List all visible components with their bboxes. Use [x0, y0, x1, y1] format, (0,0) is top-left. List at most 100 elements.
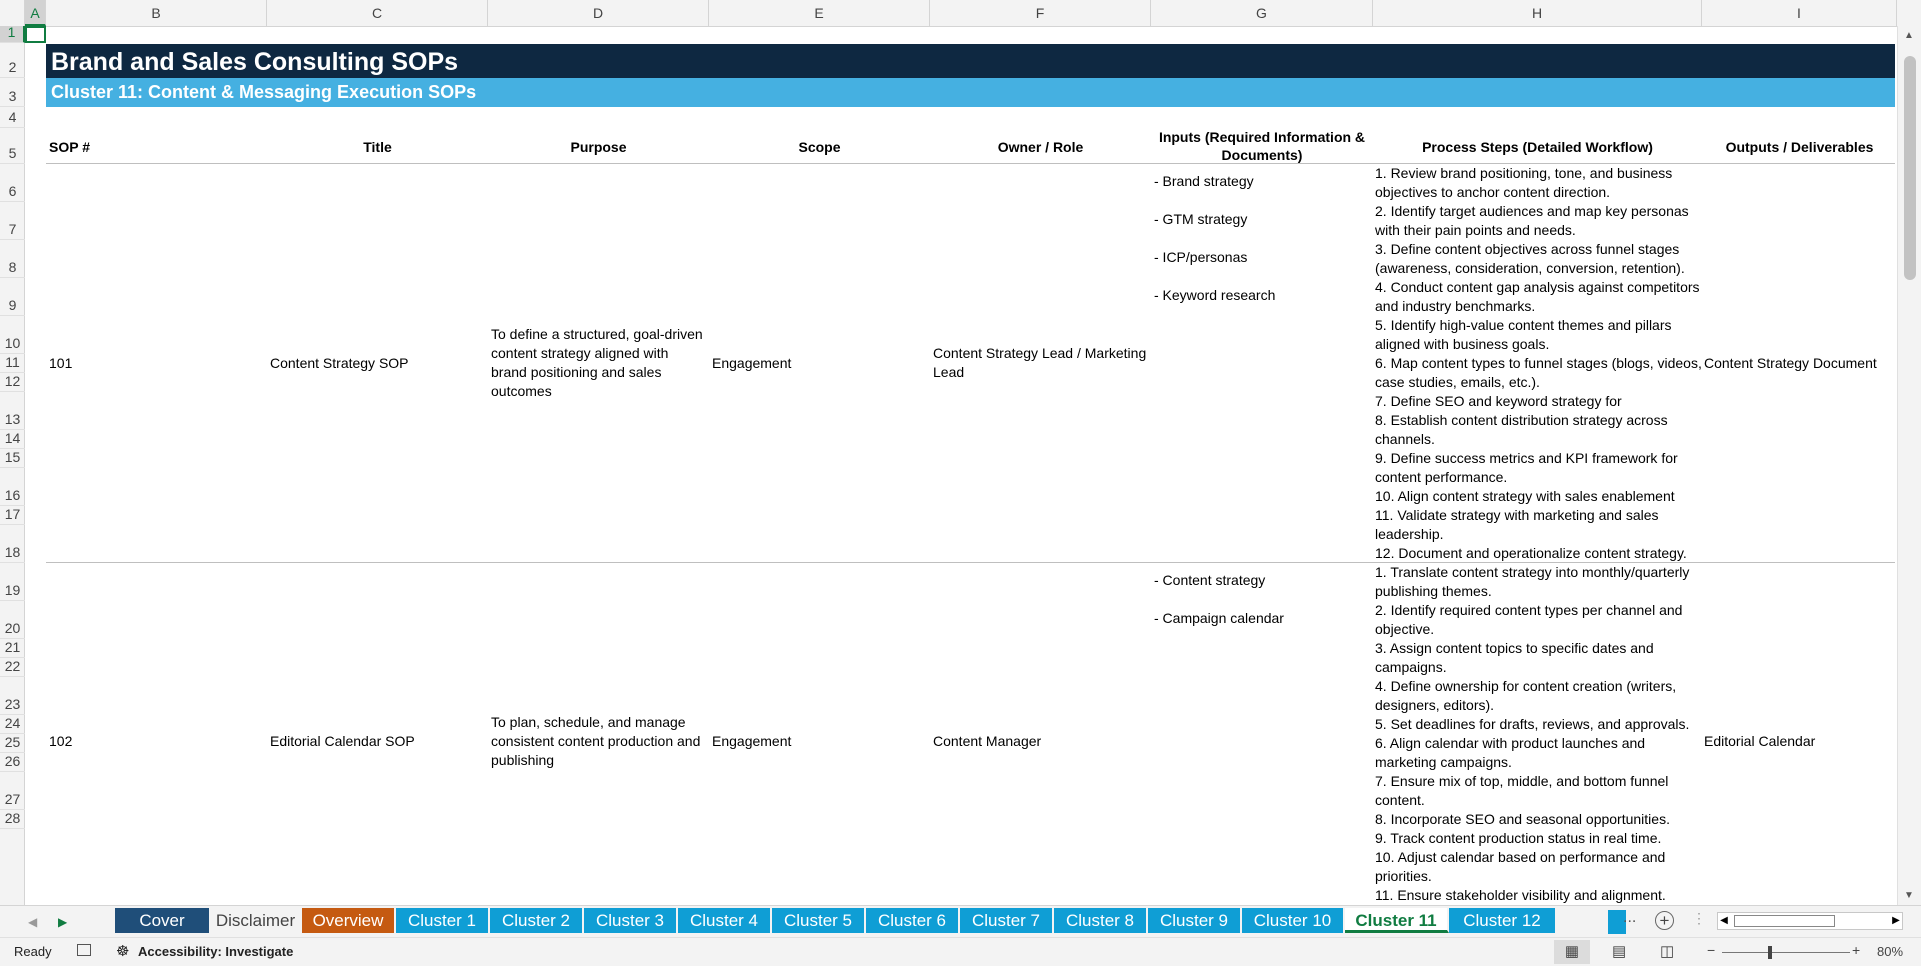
macro-record-icon[interactable] — [77, 944, 91, 956]
row-header-7[interactable]: 7 — [0, 202, 25, 240]
sheet-tab-cluster-6[interactable]: Cluster 6 — [866, 908, 960, 933]
step-line: 11. Ensure stakeholder visibility and al… — [1375, 887, 1666, 903]
page-break-view-icon[interactable]: ◫ — [1660, 942, 1674, 960]
horizontal-scrollbar[interactable]: ◀ ▶ — [1717, 912, 1903, 930]
row-header-4[interactable]: 4 — [0, 107, 25, 128]
column-header-a[interactable]: A — [25, 0, 46, 26]
row-header-14[interactable]: 14 — [0, 430, 25, 449]
page-layout-view-icon[interactable]: ▤ — [1612, 942, 1626, 960]
sheet-tab-cluster-1[interactable]: Cluster 1 — [396, 908, 490, 933]
column-header-c[interactable]: C — [267, 0, 488, 26]
zoom-level[interactable]: 80% — [1877, 944, 1903, 959]
zoom-slider[interactable] — [1722, 952, 1850, 953]
row-header-13[interactable]: 13 — [0, 392, 25, 430]
sheet-tab-cluster-11[interactable]: Cluster 11 — [1345, 908, 1449, 933]
normal-view-icon[interactable]: ▦ — [1554, 940, 1590, 964]
row-header-2[interactable]: 2 — [0, 43, 25, 78]
sop-number-101[interactable]: 101 — [49, 164, 259, 562]
sop-number-102[interactable]: 102 — [49, 563, 259, 905]
sheet-tab-cluster-7[interactable]: Cluster 7 — [960, 908, 1054, 933]
sop-outputs-101[interactable]: Content Strategy Document — [1704, 164, 1894, 562]
row-header-12[interactable]: 12 — [0, 373, 25, 392]
sheet-tab-cluster-12[interactable]: Cluster 12 — [1449, 908, 1557, 933]
row-header-11[interactable]: 11 — [0, 354, 25, 373]
vertical-scroll-thumb[interactable] — [1904, 56, 1916, 280]
row-header-25[interactable]: 25 — [0, 734, 25, 753]
sop-outputs-102[interactable]: Editorial Calendar — [1704, 563, 1894, 905]
sop-purpose-102[interactable]: To plan, schedule, and manage consistent… — [491, 563, 705, 905]
row-header-17[interactable]: 17 — [0, 506, 25, 525]
step-line: marketing campaigns. — [1375, 754, 1512, 770]
vertical-scrollbar[interactable]: ▲ ▼ — [1897, 26, 1921, 905]
row-header-21[interactable]: 21 — [0, 639, 25, 658]
row-header-9[interactable]: 9 — [0, 278, 25, 316]
sheet-tab-overview[interactable]: Overview — [302, 908, 396, 933]
active-cell-a1[interactable] — [25, 26, 46, 43]
row-header-27[interactable]: 27 — [0, 772, 25, 810]
sheet-tab-disclaimer[interactable]: Disclaimer — [211, 908, 302, 933]
row-header-8[interactable]: 8 — [0, 240, 25, 278]
row-header-19[interactable]: 19 — [0, 563, 25, 601]
column-headers: A B C D E F G H I — [0, 0, 1921, 27]
row-header-23[interactable]: 23 — [0, 677, 25, 715]
sheet-tab-cluster-8[interactable]: Cluster 8 — [1054, 908, 1148, 933]
row-header-5[interactable]: 5 — [0, 128, 25, 164]
more-tabs-button[interactable]: ... — [1623, 909, 1636, 927]
column-header-i[interactable]: I — [1702, 0, 1897, 26]
scroll-down-icon[interactable]: ▼ — [1904, 890, 1914, 901]
sheet-tab-cluster-10[interactable]: Cluster 10 — [1242, 908, 1345, 933]
column-header-g[interactable]: G — [1151, 0, 1373, 26]
sheet-tab-cluster-4[interactable]: Cluster 4 — [678, 908, 772, 933]
column-header-h[interactable]: H — [1373, 0, 1702, 26]
accessibility-icon[interactable]: ☸ — [116, 942, 129, 960]
row-header-22[interactable]: 22 — [0, 658, 25, 677]
row-header-10[interactable]: 10 — [0, 316, 25, 354]
row-header-3[interactable]: 3 — [0, 78, 25, 107]
accessibility-status[interactable]: Accessibility: Investigate — [138, 944, 293, 959]
scroll-up-icon[interactable]: ▲ — [1904, 30, 1914, 41]
worksheet-grid[interactable]: A B C D E F G H I 1 2 3 4 5 6 7 8 9 10 11 12 13 14 15 1… — [0, 0, 1921, 905]
sop-scope-101[interactable]: Engagement — [712, 164, 926, 562]
row-header-20[interactable]: 20 — [0, 601, 25, 639]
scroll-left-icon[interactable]: ◀ — [1717, 913, 1731, 929]
column-header-e[interactable]: E — [709, 0, 930, 26]
input-item: - Campaign calendar — [1154, 610, 1284, 626]
zoom-in-icon[interactable]: + — [1852, 942, 1860, 958]
sop-owner-101[interactable]: Content Strategy Lead / Marketing Lead — [933, 164, 1147, 562]
select-all-corner[interactable] — [0, 0, 25, 26]
sop-title-101[interactable]: Content Strategy SOP — [270, 164, 485, 562]
add-sheet-button[interactable]: + — [1655, 911, 1674, 930]
tab-splitter-icon[interactable]: ⋮ — [1692, 910, 1706, 927]
sheet-tab-cluster-2[interactable]: Cluster 2 — [490, 908, 584, 933]
zoom-slider-thumb[interactable] — [1768, 946, 1772, 959]
step-line: 5. Set deadlines for drafts, reviews, an… — [1375, 716, 1690, 732]
row-header-15[interactable]: 15 — [0, 449, 25, 468]
sop-purpose-101[interactable]: To define a structured, goal-driven cont… — [491, 164, 705, 562]
row-header-18[interactable]: 18 — [0, 525, 25, 563]
sop-scope-102[interactable]: Engagement — [712, 563, 926, 905]
sheet-tab-cover-sheet[interactable]: Cover Sheet — [115, 908, 211, 955]
sheet-tab-cluster-5[interactable]: Cluster 5 — [772, 908, 866, 933]
sop-inputs-102[interactable]: - Content strategy - Campaign calendar — [1154, 571, 1368, 647]
row-header-26[interactable]: 26 — [0, 753, 25, 772]
column-header-b[interactable]: B — [46, 0, 267, 26]
next-sheet-icon[interactable]: ▶ — [58, 906, 67, 938]
horizontal-scroll-thumb[interactable] — [1734, 915, 1835, 927]
row-header-16[interactable]: 16 — [0, 468, 25, 506]
sop-owner-102[interactable]: Content Manager — [933, 563, 1147, 905]
row-header-28[interactable]: 28 — [0, 810, 25, 829]
sop-steps-101[interactable]: 1. Review brand positioning, tone, and b… — [1375, 164, 1702, 563]
sheet-tab-cluster-9[interactable]: Cluster 9 — [1148, 908, 1242, 933]
sop-steps-102[interactable]: 1. Translate content strategy into month… — [1375, 563, 1701, 905]
row-header-6[interactable]: 6 — [0, 164, 25, 202]
row-header-24[interactable]: 24 — [0, 715, 25, 734]
prev-sheet-icon[interactable]: ◀ — [28, 906, 37, 938]
row-header-1[interactable]: 1 — [0, 24, 25, 43]
column-header-d[interactable]: D — [488, 0, 709, 26]
scroll-right-icon[interactable]: ▶ — [1889, 913, 1903, 929]
sop-title-102[interactable]: Editorial Calendar SOP — [270, 563, 485, 905]
sop-inputs-101[interactable]: - Brand strategy - GTM strategy - ICP/pe… — [1154, 172, 1368, 324]
zoom-out-icon[interactable]: − — [1707, 942, 1715, 958]
column-header-f[interactable]: F — [930, 0, 1151, 26]
sheet-tab-cluster-3[interactable]: Cluster 3 — [584, 908, 678, 933]
